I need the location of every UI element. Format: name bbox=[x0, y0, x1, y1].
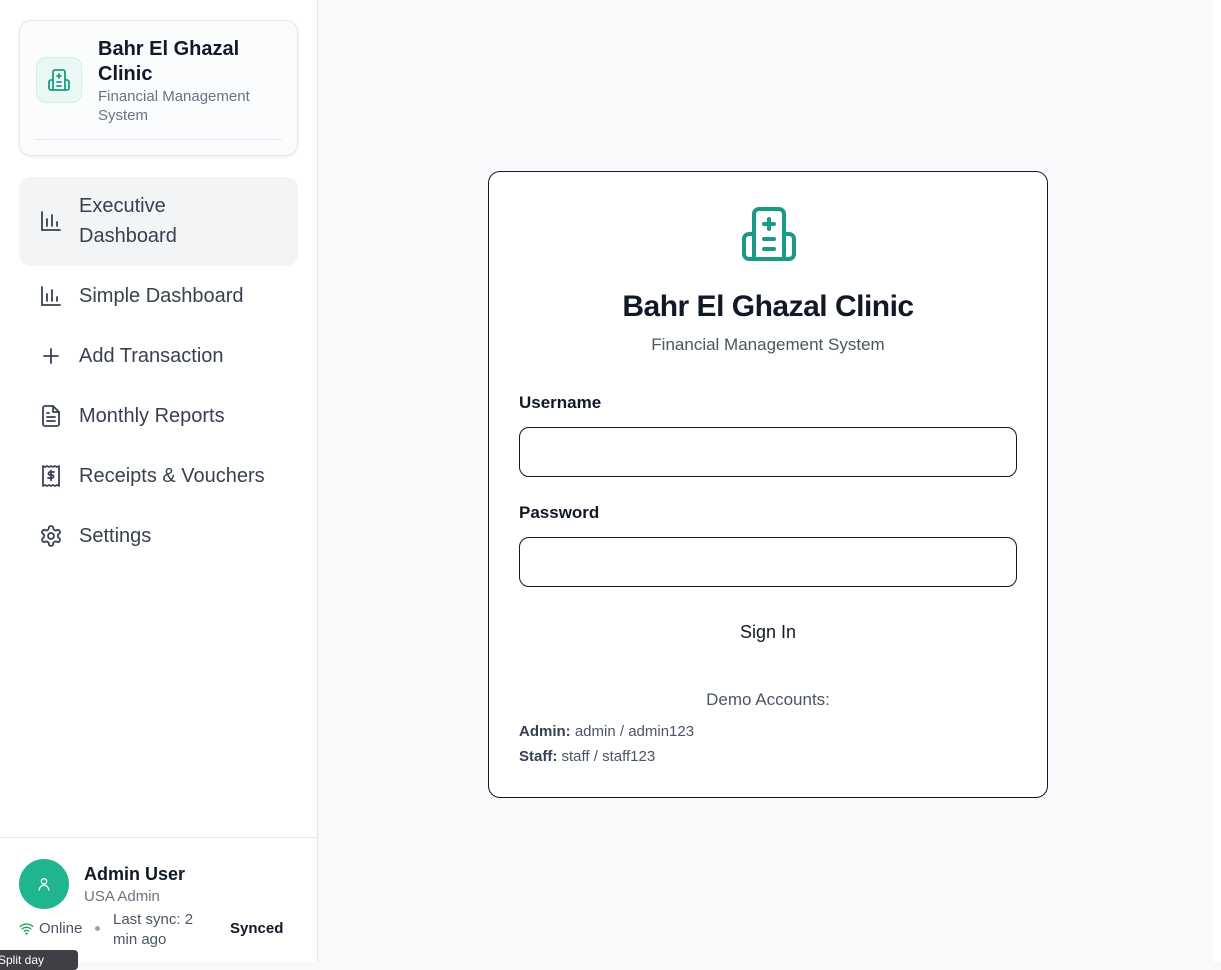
brand-title: Bahr El Ghazal Clinic bbox=[98, 38, 240, 85]
sidebar-item-add-transaction[interactable]: Add Transaction bbox=[19, 336, 298, 376]
brand-subtitle: Financial Management System bbox=[98, 88, 250, 124]
demo-account-staff: Staff: staff / staff123 bbox=[519, 748, 655, 765]
sidebar-item-label: Executive Dashboard bbox=[79, 195, 177, 247]
sidebar: Bahr El Ghazal Clinic Financial Manageme… bbox=[0, 0, 318, 962]
sidebar-item-receipts-vouchers[interactable]: Receipts & Vouchers bbox=[19, 456, 298, 496]
last-sync: Last sync: 2 min ago bbox=[113, 911, 194, 948]
sidebar-item-label: Add Transaction bbox=[79, 345, 224, 367]
divider bbox=[35, 139, 282, 140]
sidebar-item-executive-dashboard[interactable]: Executive Dashboard bbox=[19, 177, 298, 266]
sidebar-item-label: Settings bbox=[79, 525, 152, 547]
hospital-icon bbox=[739, 204, 799, 264]
demo-credentials: staff / staff123 bbox=[561, 748, 656, 765]
username-input[interactable] bbox=[519, 427, 1017, 477]
username-label: Username bbox=[519, 393, 602, 412]
sidebar-item-simple-dashboard[interactable]: Simple Dashboard bbox=[19, 276, 298, 316]
sidebar-item-label: Simple Dashboard bbox=[79, 285, 244, 307]
sidebar-item-settings[interactable]: Settings bbox=[19, 516, 298, 556]
password-input[interactable] bbox=[519, 537, 1017, 587]
avatar[interactable] bbox=[19, 859, 69, 909]
wifi-icon bbox=[19, 923, 34, 935]
sidebar-item-monthly-reports[interactable]: Monthly Reports bbox=[19, 396, 298, 436]
user-role: USA Admin bbox=[84, 888, 160, 905]
sync-status: Synced bbox=[230, 920, 284, 937]
user-icon bbox=[38, 878, 50, 891]
demo-role: Admin: bbox=[519, 723, 571, 740]
bar-chart-icon bbox=[39, 209, 63, 233]
password-label: Password bbox=[519, 503, 600, 522]
separator-dot bbox=[95, 926, 100, 931]
hospital-icon bbox=[36, 57, 82, 103]
receipt-icon bbox=[39, 464, 63, 488]
online-label: Online bbox=[39, 920, 83, 937]
window-edge bbox=[1213, 0, 1221, 962]
plus-icon bbox=[39, 344, 63, 368]
online-status: Online bbox=[19, 920, 82, 937]
sidebar-item-label: Receipts & Vouchers bbox=[79, 465, 265, 487]
bar-chart-icon bbox=[39, 284, 63, 308]
tooltip: Split day bbox=[0, 950, 78, 970]
login-subtitle: Financial Management System bbox=[651, 335, 885, 354]
login-card: Bahr El Ghazal Clinic Financial Manageme… bbox=[488, 171, 1048, 798]
demo-account-admin: Admin: admin / admin123 bbox=[519, 723, 694, 740]
demo-accounts-title: Demo Accounts: bbox=[706, 690, 830, 709]
file-text-icon bbox=[39, 404, 63, 428]
login-title: Bahr El Ghazal Clinic bbox=[622, 290, 914, 323]
sidebar-footer: Admin User USA Admin Online Last sync: 2… bbox=[0, 837, 318, 962]
sidebar-item-label: Monthly Reports bbox=[79, 405, 225, 427]
brand-card: Bahr El Ghazal Clinic Financial Manageme… bbox=[19, 20, 298, 156]
sign-in-button[interactable]: Sign In bbox=[519, 612, 1017, 652]
gear-icon bbox=[39, 524, 63, 548]
demo-role: Staff: bbox=[519, 748, 558, 765]
user-name: Admin User bbox=[84, 864, 186, 884]
demo-credentials: admin / admin123 bbox=[574, 723, 695, 740]
